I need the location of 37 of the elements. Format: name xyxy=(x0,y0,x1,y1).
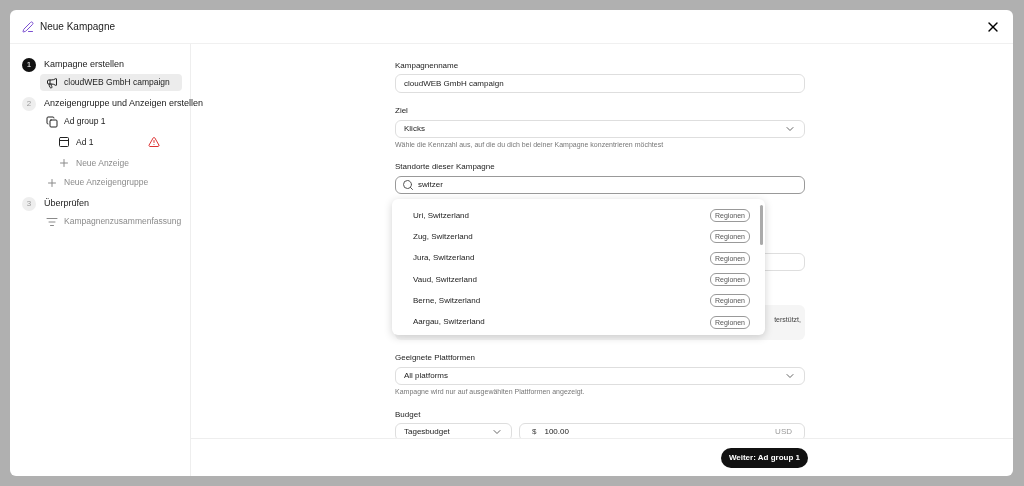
plus-icon xyxy=(58,157,70,169)
pen-icon xyxy=(22,20,34,33)
step-title: Kampagne erstellen xyxy=(44,57,125,71)
location-search-field[interactable]: switzer xyxy=(395,176,805,194)
list-icon xyxy=(46,215,58,228)
field-label: Kampagnenname xyxy=(395,61,460,71)
platform-select[interactable]: All platforms xyxy=(395,367,805,385)
step-number: 2 xyxy=(22,96,36,111)
step-number: 1 xyxy=(22,57,36,72)
sidebar-item[interactable]: cloudWEB GmbH campaign xyxy=(40,74,182,91)
currency-code: USD xyxy=(775,427,792,437)
search-icon xyxy=(402,179,414,191)
goal-select[interactable]: Klicks xyxy=(395,120,805,138)
megaphone-icon xyxy=(46,76,58,89)
window-title: Neue Kampagne xyxy=(40,20,116,34)
field-label: Standorte dieser Kampagne xyxy=(395,162,496,172)
sidebar-item[interactable]: Neue Anzeige xyxy=(52,154,182,172)
campaign-name-field[interactable]: cloudWEB GmbH campaign xyxy=(404,78,504,89)
sidebar-item[interactable]: Ad 1 xyxy=(52,133,182,151)
field-label: Budget xyxy=(395,410,422,420)
sidebar-item[interactable]: Neue Anzeigengruppe xyxy=(40,174,182,191)
amount-value: 100.00 xyxy=(544,427,570,437)
field-label: Ziel xyxy=(395,106,409,116)
step-number: 3 xyxy=(22,196,36,211)
budget-type-select[interactable]: Tagesbudget xyxy=(395,423,512,438)
sidebar-item[interactable]: Ad group 1 xyxy=(40,113,182,130)
budget-amount-field[interactable]: $ 100.00 USD xyxy=(519,423,805,438)
sidebar-item[interactable]: Kampagnenzusammenfassung xyxy=(40,213,182,230)
field-label: Geeignete Plattformen xyxy=(395,353,477,363)
currency-symbol: $ xyxy=(532,427,537,437)
ad-card-icon xyxy=(58,136,70,148)
stacked-cards-icon xyxy=(46,115,58,128)
next-button[interactable]: Weiter: Ad group 1 xyxy=(720,447,808,468)
step-title: Überprüfen xyxy=(44,196,90,210)
scrollbar-thumb[interactable] xyxy=(759,205,763,245)
plus-icon xyxy=(46,176,58,189)
step-title: Anzeigengruppe und Anzeigen erstellen xyxy=(44,96,204,110)
